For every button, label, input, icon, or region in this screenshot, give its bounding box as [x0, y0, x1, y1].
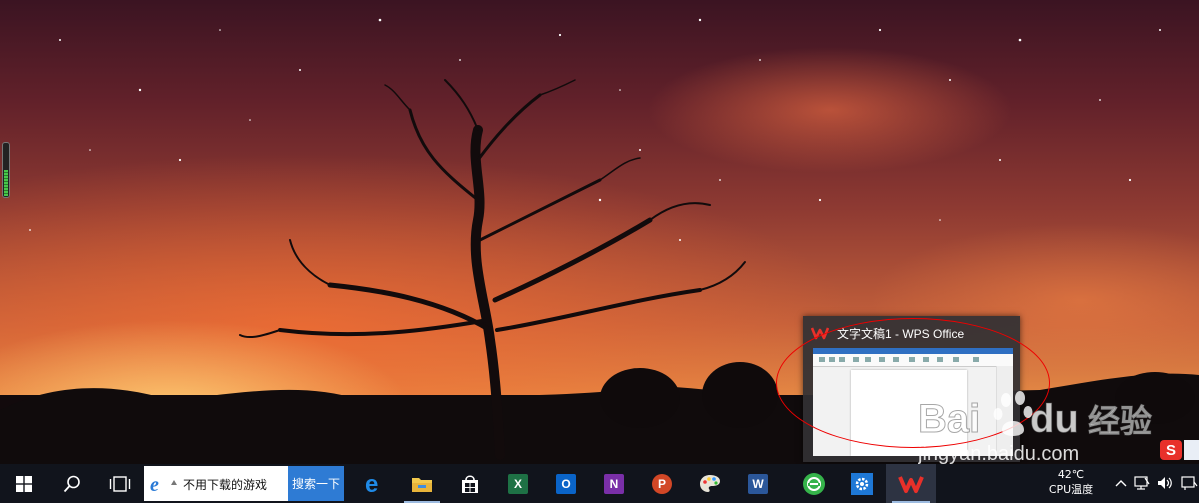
wps-icon [898, 475, 924, 493]
wps-app[interactable] [886, 464, 936, 503]
excel-app[interactable]: X [494, 464, 542, 503]
bush [702, 362, 778, 428]
svg-text:e: e [365, 473, 378, 495]
search-icon [63, 475, 80, 492]
gear-icon [851, 472, 873, 495]
stars [29, 18, 1161, 241]
action-center-icon[interactable] [1180, 475, 1198, 491]
ime-indicator[interactable]: S [1160, 438, 1199, 462]
paint-app[interactable] [686, 464, 734, 503]
settings-app[interactable] [838, 464, 886, 503]
edge-icon: e [365, 473, 378, 495]
system-tray: 42℃ CPU温度 [1040, 464, 1199, 503]
task-view-icon [109, 475, 131, 492]
onenote-app[interactable]: N [590, 464, 638, 503]
refresh-icon [803, 472, 825, 495]
dropdown-arrow-icon[interactable] [171, 480, 177, 486]
svg-text:经验: 经验 [1088, 402, 1152, 440]
cpu-temperature-value: 42℃ [1057, 468, 1085, 481]
ime-mode-panel [1184, 440, 1199, 460]
paw-icon [993, 391, 1033, 436]
task-view-button[interactable] [96, 464, 144, 503]
outlook-app[interactable]: O [542, 464, 590, 503]
powerpoint-icon: P [652, 473, 672, 494]
network-icon[interactable] [1134, 476, 1150, 490]
svg-text:du: du [1030, 397, 1079, 441]
palette-icon [700, 474, 720, 492]
web-search-box[interactable]: e 不用下载的游戏 [144, 466, 288, 501]
onenote-icon: N [604, 473, 624, 494]
web-search-text: 不用下载的游戏 [183, 478, 268, 492]
gadget-meter [2, 142, 10, 198]
svg-text:e: e [150, 474, 159, 494]
word-icon: W [748, 473, 768, 494]
cpu-temperature-label: CPU温度 [1048, 483, 1094, 496]
taskbar: e 不用下载的游戏 搜索一下 e X O N P W 42℃ CPU温度 [0, 464, 1199, 503]
store-app[interactable] [446, 464, 494, 503]
volume-icon[interactable] [1157, 476, 1173, 490]
start-button[interactable] [0, 464, 48, 503]
ie-icon: e [150, 474, 159, 494]
baidu-watermark: Bai du 经验 jingyan.baidu.com [917, 388, 1188, 465]
word-app[interactable]: W [734, 464, 782, 503]
folder-icon [412, 477, 432, 492]
excel-icon: X [508, 473, 528, 494]
cpu-temperature[interactable]: 42℃ CPU温度 [1046, 467, 1096, 497]
powerpoint-app[interactable]: P [638, 464, 686, 503]
outlook-icon: O [556, 473, 576, 494]
360-app[interactable] [790, 464, 838, 503]
svg-text:jingyan.baidu.com: jingyan.baidu.com [918, 443, 1079, 464]
baidu-logo: Bai du 经验 jingyan.baidu.com [917, 391, 1153, 465]
bush [600, 368, 680, 428]
file-explorer-app[interactable] [398, 464, 446, 503]
svg-text:Bai: Bai [918, 397, 980, 441]
sogou-icon: S [1160, 440, 1182, 460]
chevron-up-icon[interactable] [1115, 479, 1127, 487]
edge-app[interactable]: e [350, 464, 398, 503]
meter-fill [4, 170, 8, 196]
search-button[interactable] [48, 464, 96, 503]
windows-icon [16, 475, 32, 492]
store-icon [462, 474, 478, 493]
web-search-submit-button[interactable]: 搜索一下 [288, 466, 344, 501]
